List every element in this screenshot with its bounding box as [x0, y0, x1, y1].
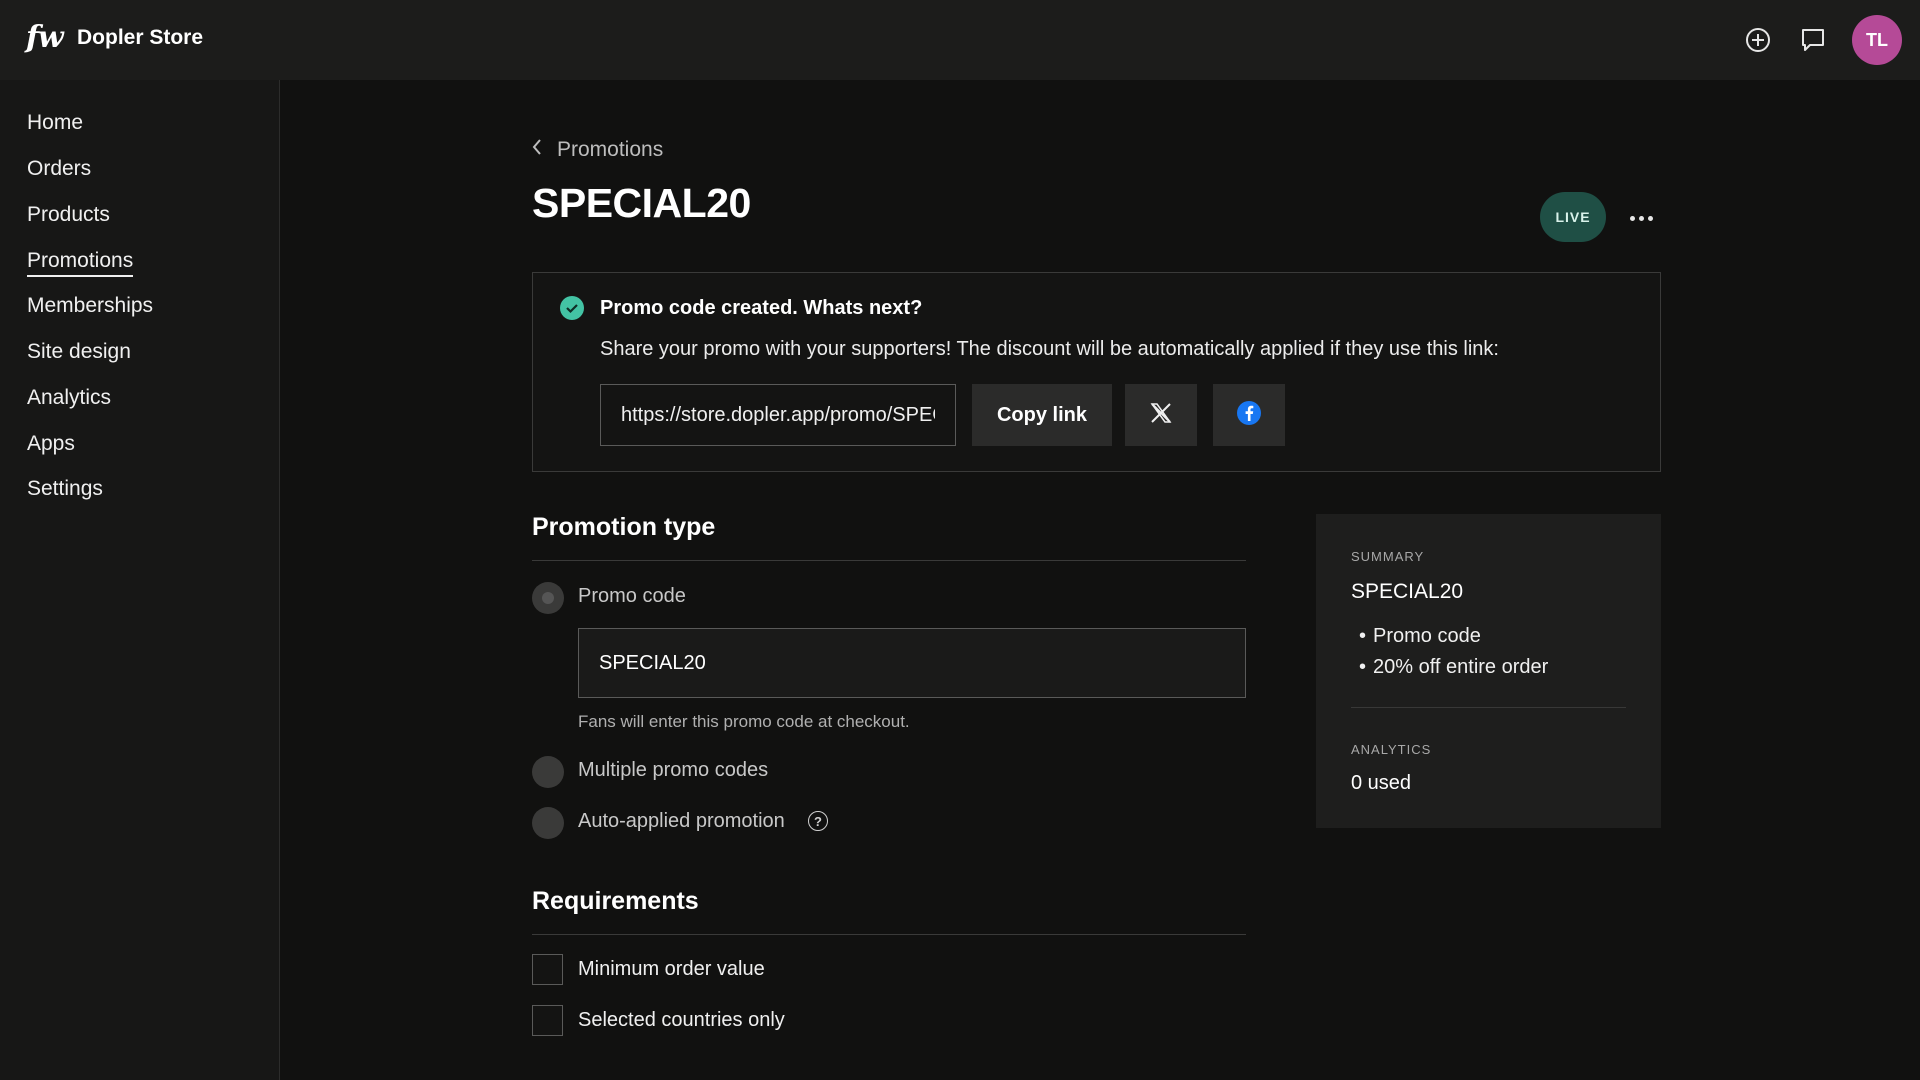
- sidebar-item-products[interactable]: Products: [27, 203, 110, 227]
- summary-panel: SUMMARY SPECIAL20 Promo code 20% off ent…: [1316, 514, 1661, 828]
- checkbox-label-minimum-order-value: Minimum order value: [578, 958, 765, 980]
- check-icon: [560, 296, 584, 320]
- requirements-heading: Requirements: [532, 887, 699, 915]
- logo[interactable]: fw: [26, 20, 64, 55]
- sidebar-item-apps[interactable]: Apps: [27, 432, 75, 456]
- sidebar-item-promotions[interactable]: Promotions: [27, 249, 134, 277]
- avatar[interactable]: TL: [1852, 15, 1902, 65]
- divider: [532, 934, 1246, 935]
- notice-text: Share your promo with your supporters! T…: [600, 338, 1499, 360]
- sidebar-item-home[interactable]: Home: [27, 111, 83, 135]
- copy-link-button[interactable]: Copy link: [972, 384, 1112, 446]
- divider: [1351, 707, 1626, 708]
- top-bar: fw Dopler Store TL: [0, 0, 1920, 80]
- usage-count: 0 used: [1351, 772, 1412, 794]
- radio-promo-code[interactable]: [532, 582, 564, 614]
- radio-label-multiple-promo-codes: Multiple promo codes: [578, 759, 769, 781]
- breadcrumb[interactable]: Promotions: [531, 138, 663, 162]
- radio-label-promo-code: Promo code: [578, 585, 686, 607]
- chevron-left-icon: [531, 138, 543, 162]
- more-options-icon[interactable]: [1623, 204, 1659, 232]
- sidebar: Home Orders Products Promotions Membersh…: [0, 80, 280, 1080]
- summary-code: SPECIAL20: [1351, 580, 1464, 603]
- promo-code-hint: Fans will enter this promo code at check…: [578, 712, 910, 731]
- checkbox-label-selected-countries: Selected countries only: [578, 1009, 785, 1031]
- share-x-button[interactable]: [1125, 384, 1197, 446]
- main-content: Promotions SPECIAL20 LIVE Promo code cre…: [281, 80, 1920, 1080]
- radio-multiple-promo-codes[interactable]: [532, 756, 564, 788]
- facebook-icon: [1236, 400, 1262, 431]
- sidebar-item-orders[interactable]: Orders: [27, 157, 91, 181]
- list-item: 20% off entire order: [1351, 652, 1548, 683]
- store-name[interactable]: Dopler Store: [77, 26, 203, 50]
- sidebar-item-site-design[interactable]: Site design: [27, 340, 131, 364]
- breadcrumb-label: Promotions: [557, 138, 664, 161]
- radio-auto-applied[interactable]: [532, 807, 564, 839]
- summary-list: Promo code 20% off entire order: [1351, 621, 1548, 683]
- chat-icon[interactable]: [1797, 24, 1829, 56]
- divider: [532, 560, 1246, 561]
- analytics-heading: ANALYTICS: [1351, 742, 1432, 757]
- promotion-type-heading: Promotion type: [532, 513, 716, 541]
- summary-heading: SUMMARY: [1351, 549, 1425, 564]
- sidebar-item-memberships[interactable]: Memberships: [27, 294, 153, 318]
- promo-created-notice: Promo code created. Whats next? Share yo…: [532, 272, 1661, 472]
- x-icon: [1150, 402, 1172, 429]
- promo-link-input[interactable]: [600, 384, 956, 446]
- checkbox-selected-countries[interactable]: [532, 1005, 563, 1036]
- share-facebook-button[interactable]: [1213, 384, 1285, 446]
- notice-title: Promo code created. Whats next?: [600, 297, 923, 319]
- help-icon[interactable]: ?: [808, 811, 828, 831]
- status-badge: LIVE: [1540, 192, 1606, 242]
- radio-label-auto-applied: Auto-applied promotion: [578, 810, 785, 832]
- list-item: Promo code: [1351, 621, 1548, 652]
- add-icon[interactable]: [1742, 24, 1774, 56]
- sidebar-item-settings[interactable]: Settings: [27, 477, 103, 501]
- promo-code-input[interactable]: [578, 628, 1246, 698]
- page-title: SPECIAL20: [532, 180, 751, 226]
- checkbox-minimum-order-value[interactable]: [532, 954, 563, 985]
- sidebar-item-analytics[interactable]: Analytics: [27, 386, 111, 410]
